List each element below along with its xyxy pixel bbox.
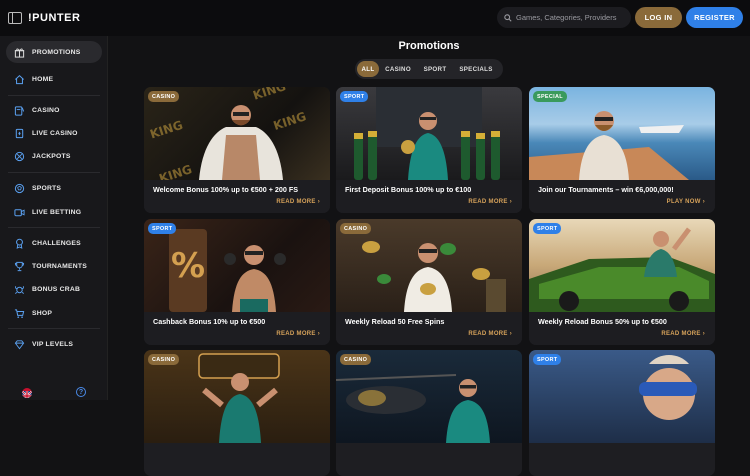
sidebar-item-label: PROMOTIONS: [32, 48, 81, 56]
card-caption: Welcome Bonus 100% up to €500 + 200 FS R…: [144, 180, 330, 213]
sidebar-item-label: HOME: [32, 75, 54, 83]
promo-card-weekly-free-spins[interactable]: CASINO Weekly Reload 50 Free Spins READ …: [336, 219, 522, 345]
category-badge: SPORT: [533, 223, 562, 234]
svg-text:KING: KING: [148, 118, 184, 142]
tab-specials[interactable]: SPECIALS: [453, 61, 499, 77]
sidebar-item-label: LIVE CASINO: [32, 129, 78, 137]
category-badge: SPORT: [148, 223, 177, 234]
sidebar-item-label: TOURNAMENTS: [32, 262, 87, 270]
promo-card-helicopter[interactable]: CASINO: [336, 350, 522, 476]
tab-sport[interactable]: SPORT: [417, 61, 453, 77]
promo-card-weekly-reload[interactable]: SPORT Weekly Reload Bonus 50% up to €500…: [529, 219, 715, 345]
sidebar-toggle-icon[interactable]: [8, 12, 22, 24]
sidebar-item-jackpots[interactable]: JACKPOTS: [6, 145, 102, 167]
sidebar-item-label: BONUS CRAB: [32, 285, 81, 293]
sidebar-item-sports[interactable]: SPORTS: [6, 177, 102, 199]
tab-all[interactable]: ALL: [357, 61, 379, 77]
sidebar-item-label: SHOP: [32, 309, 53, 317]
slot-icon: [12, 103, 26, 117]
football-icon: [12, 181, 26, 195]
promo-card-tournaments[interactable]: SPECIAL Join our Tournaments – win €6,00…: [529, 87, 715, 213]
home-icon: [12, 72, 26, 86]
sidebar-item-promotions[interactable]: PROMOTIONS: [6, 41, 102, 63]
sidebar-item-home[interactable]: HOME: [6, 68, 102, 90]
read-more-link[interactable]: READ MORE ›: [468, 199, 512, 205]
read-more-link[interactable]: READ MORE ›: [276, 331, 320, 337]
divider: [8, 227, 100, 228]
login-button[interactable]: LOG IN: [635, 7, 682, 28]
divider: [8, 95, 100, 96]
help-icon[interactable]: ?: [76, 387, 86, 397]
search-input[interactable]: [516, 13, 626, 22]
card-caption: Join our Tournaments – win €6,000,000! P…: [529, 180, 715, 213]
sidebar-item-label: CHALLENGES: [32, 239, 81, 247]
sidebar-item-label: VIP LEVELS: [32, 340, 74, 348]
promo-card-free-sun[interactable]: CASINO: [144, 350, 330, 476]
cup-icon: [12, 259, 26, 273]
category-badge: CASINO: [340, 354, 372, 365]
read-more-link[interactable]: READ MORE ›: [468, 331, 512, 337]
card-caption: Cashback Bonus 10% up to €500 READ MORE …: [144, 312, 330, 345]
card-title: First Deposit Bonus 100% up to €100: [345, 185, 472, 194]
sidebar-item-live-betting[interactable]: LIVE BETTING: [6, 201, 102, 223]
cards-icon: [12, 126, 26, 140]
crab-icon: [12, 282, 26, 296]
svg-text:KING: KING: [157, 162, 193, 180]
trophy-icon: [12, 236, 26, 250]
sidebar-item-shop[interactable]: SHOP: [6, 302, 102, 324]
sidebar-item-bonus-crab[interactable]: BONUS CRAB: [6, 278, 102, 300]
card-caption: First Deposit Bonus 100% up to €100 READ…: [336, 180, 522, 213]
sidebar-item-label: SPORTS: [32, 184, 62, 192]
card-title: Cashback Bonus 10% up to €500: [153, 317, 266, 326]
logo[interactable]: !PUNTER: [28, 12, 80, 24]
sidebar-item-label: JACKPOTS: [32, 152, 71, 160]
play-now-link[interactable]: PLAY NOW ›: [667, 199, 705, 205]
card-title: Weekly Reload Bonus 50% up to €500: [538, 317, 667, 326]
card-title: Join our Tournaments – win €6,000,000!: [538, 185, 674, 194]
svg-text:KING: KING: [272, 109, 308, 133]
sidebar: PROMOTIONS HOME CASINO LIVE CASINO JACKP…: [0, 36, 108, 400]
tab-casino[interactable]: CASINO: [379, 61, 417, 77]
divider: [8, 328, 100, 329]
promo-card-welcome-bonus[interactable]: KINGKINGKINGKINGKING CASINO Welcome Bonu…: [144, 87, 330, 213]
sidebar-item-casino[interactable]: CASINO: [6, 99, 102, 121]
chip-icon: [12, 149, 26, 163]
filter-tabs: ALL CASINO SPORT SPECIALS: [355, 59, 503, 79]
gift-icon: [12, 45, 26, 59]
page-title: Promotions: [398, 40, 460, 52]
sidebar-item-tournaments[interactable]: TOURNAMENTS: [6, 255, 102, 277]
promo-card-cashback[interactable]: % SPORT Cashback Bonus 10% up to €500 RE…: [144, 219, 330, 345]
category-badge: CASINO: [340, 223, 372, 234]
sidebar-item-label: CASINO: [32, 106, 60, 114]
language-flag-icon[interactable]: [22, 388, 32, 398]
category-badge: SPORT: [533, 354, 562, 365]
promo-card-first-deposit[interactable]: SPORT First Deposit Bonus 100% up to €10…: [336, 87, 522, 213]
card-title: Welcome Bonus 100% up to €500 + 200 FS: [153, 185, 299, 194]
main-content: Promotions ALL CASINO SPORT SPECIALS KIN…: [108, 36, 750, 476]
category-badge: CASINO: [148, 354, 180, 365]
top-bar: !PUNTER LOG IN REGISTER: [0, 0, 750, 36]
card-caption: Weekly Reload 50 Free Spins READ MORE ›: [336, 312, 522, 345]
svg-text:KING: KING: [251, 87, 287, 103]
live-tv-icon: [12, 205, 26, 219]
read-more-link[interactable]: READ MORE ›: [661, 331, 705, 337]
register-button[interactable]: REGISTER: [686, 7, 743, 28]
svg-text:%: %: [171, 246, 205, 286]
sidebar-item-live-casino[interactable]: LIVE CASINO: [6, 122, 102, 144]
card-title: Weekly Reload 50 Free Spins: [345, 317, 445, 326]
cart-icon: [12, 306, 26, 320]
read-more-link[interactable]: READ MORE ›: [276, 199, 320, 205]
category-badge: SPORT: [340, 91, 369, 102]
card-caption: Weekly Reload Bonus 50% up to €500 READ …: [529, 312, 715, 345]
sidebar-item-challenges[interactable]: CHALLENGES: [6, 232, 102, 254]
search-icon: [504, 13, 512, 22]
divider: [8, 172, 100, 173]
search-box[interactable]: [497, 7, 631, 28]
sidebar-item-vip-levels[interactable]: VIP LEVELS: [6, 333, 102, 355]
category-badge: SPECIAL: [533, 91, 567, 102]
diamond-icon: [12, 337, 26, 351]
promo-card-sport-glasses[interactable]: SPORT: [529, 350, 715, 476]
category-badge: CASINO: [148, 91, 180, 102]
sidebar-item-label: LIVE BETTING: [32, 208, 82, 216]
